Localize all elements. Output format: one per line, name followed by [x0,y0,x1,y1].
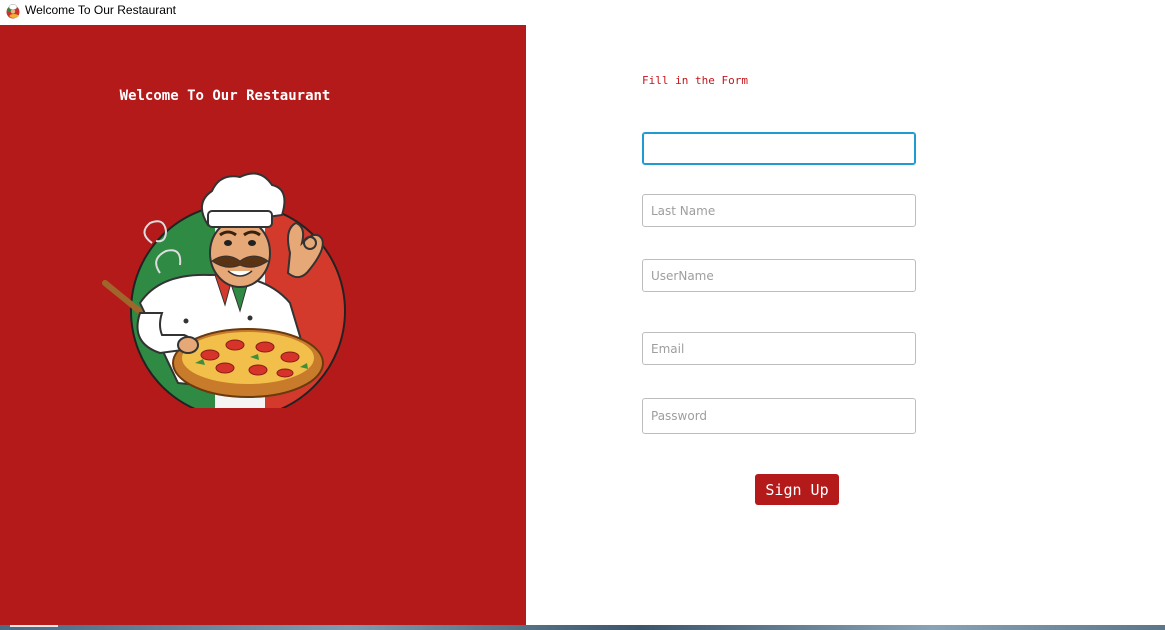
username-input[interactable] [642,259,916,292]
window-title-bar: Welcome To Our Restaurant [0,0,1165,24]
chef-app-icon [6,4,20,19]
password-input[interactable] [642,398,916,434]
last-name-input[interactable] [642,194,916,227]
welcome-heading: Welcome To Our Restaurant [119,88,331,104]
first-name-input[interactable] [642,132,916,165]
email-input[interactable] [642,332,916,365]
welcome-panel: Welcome To Our Restaurant [0,25,526,625]
taskbar-strip [0,625,1165,630]
form-heading: Fill in the Form [642,74,748,87]
taskbar-item[interactable] [10,625,58,627]
window-title: Welcome To Our Restaurant [25,3,176,17]
sign-up-button[interactable]: Sign Up [755,474,839,505]
chef-pizza-illustration [102,172,346,408]
